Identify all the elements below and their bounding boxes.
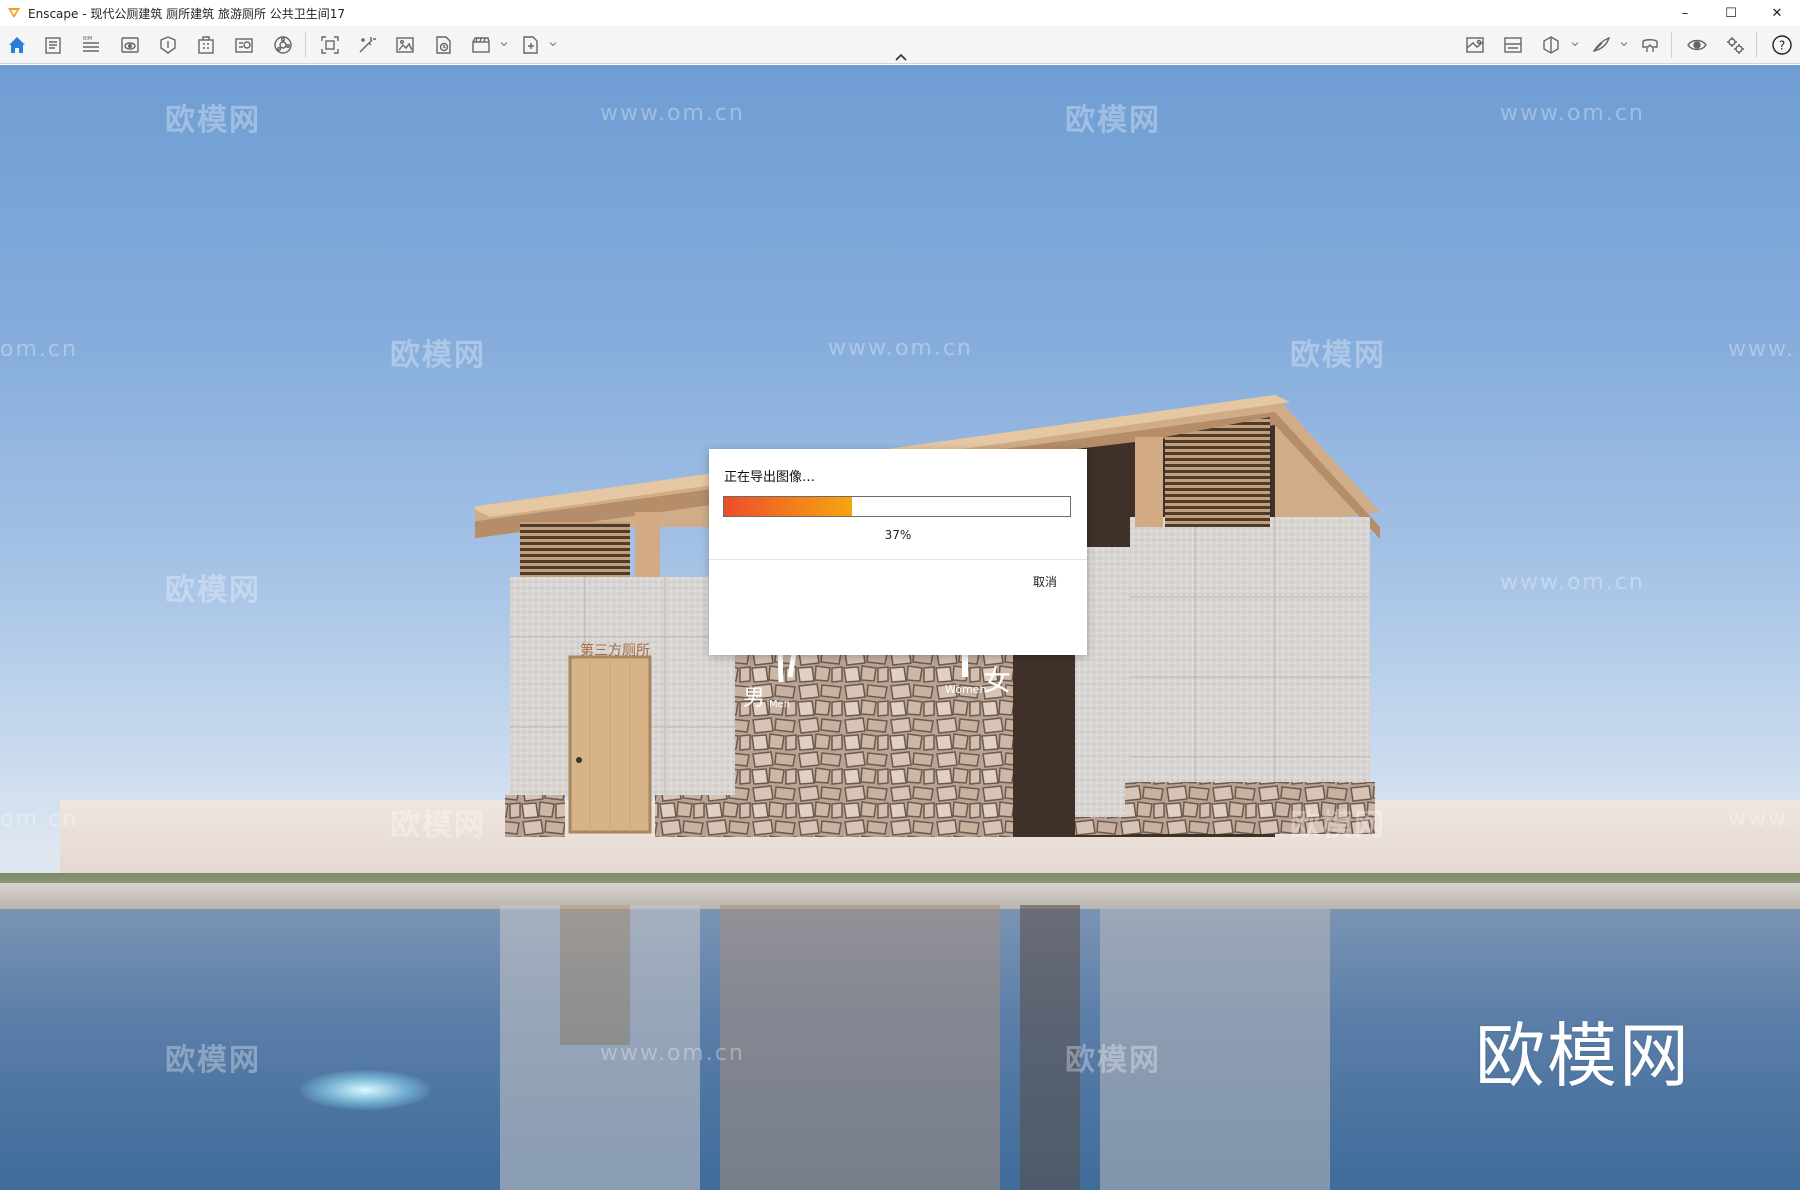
export-progress-fill xyxy=(724,497,853,516)
watermark-logo: 欧模网 xyxy=(165,103,261,138)
panorama-icon[interactable] xyxy=(432,34,454,56)
watermark-logo: 欧模网 xyxy=(165,1043,261,1078)
batch-render-icon[interactable] xyxy=(356,34,378,56)
maximize-button[interactable]: ☐ xyxy=(1708,0,1754,26)
section-dropdown-chevron-down-icon[interactable] xyxy=(1571,40,1579,48)
watermark-url: www.om.cn xyxy=(1500,101,1645,126)
atmosphere-icon[interactable] xyxy=(1502,34,1524,56)
export-icon[interactable] xyxy=(519,34,541,56)
video-dropdown-chevron-down-icon[interactable] xyxy=(500,40,508,48)
watermark-url: www.om.cn xyxy=(1500,570,1645,595)
watermark-logo: 欧模网 xyxy=(1290,338,1386,373)
export-progress-dialog: 正在导出图像… 37% 取消 xyxy=(709,449,1087,655)
brand-watermark: 欧模网 xyxy=(1475,1015,1691,1097)
section-icon[interactable] xyxy=(1540,34,1562,56)
vr-headset-icon[interactable] xyxy=(1639,34,1661,56)
bim-icon[interactable]: BIM xyxy=(80,34,102,56)
watermark-url: www.om.cn xyxy=(600,1041,745,1066)
window-controls: – ☐ ✕ xyxy=(1662,0,1800,26)
watermark-logo: 欧模网 xyxy=(1065,1043,1161,1078)
export-progress-bar xyxy=(723,496,1071,517)
watermark-url: www.om.cn xyxy=(828,336,973,361)
toolbar-separator xyxy=(1756,32,1757,58)
watermark-logo: 欧模网 xyxy=(1065,103,1161,138)
title-bar: Enscape - 现代公厕建筑 厕所建筑 旅游厕所 公共卫生间17 – ☐ ✕ xyxy=(0,0,1800,26)
watermark-logo: 欧模网 xyxy=(390,338,486,373)
watermark-logo: 欧模网 xyxy=(390,808,486,843)
asset-library-icon[interactable] xyxy=(233,34,255,56)
home-icon[interactable] xyxy=(6,34,28,56)
site-context-icon[interactable] xyxy=(195,34,217,56)
toolbar-separator xyxy=(1671,32,1672,58)
documents-icon[interactable] xyxy=(42,34,64,56)
collapse-toolbar-chevron-up-icon[interactable] xyxy=(893,52,909,62)
enscape-logo-icon xyxy=(8,8,20,18)
dialog-divider xyxy=(709,559,1087,560)
toolbar-separator xyxy=(305,32,306,58)
export-dropdown-chevron-down-icon[interactable] xyxy=(549,40,557,48)
watermark-url-partial: om.cn xyxy=(0,807,78,832)
men-sign: 男 xyxy=(743,686,765,711)
video-icon[interactable] xyxy=(470,34,492,56)
objects-icon[interactable] xyxy=(157,34,179,56)
settings-icon[interactable] xyxy=(1724,34,1746,56)
help-icon[interactable]: ? xyxy=(1771,34,1793,56)
minimap-icon[interactable] xyxy=(1464,34,1486,56)
watermark-logo: 欧模网 xyxy=(165,573,261,608)
svg-text:BIM: BIM xyxy=(83,36,92,42)
sketch-dropdown-chevron-down-icon[interactable] xyxy=(1620,40,1628,48)
window-title: Enscape - 现代公厕建筑 厕所建筑 旅游厕所 公共卫生间17 xyxy=(28,6,346,21)
material-editor-icon[interactable] xyxy=(272,34,294,56)
progress-percent-label: 37% xyxy=(884,528,912,542)
minimize-button[interactable]: – xyxy=(1662,0,1708,26)
watermark-url-cut: www. xyxy=(1728,807,1795,832)
views-icon[interactable] xyxy=(119,34,141,56)
dialog-title: 正在导出图像… xyxy=(724,470,816,485)
screenshot-icon[interactable] xyxy=(394,34,416,56)
women-sign: 女 xyxy=(983,664,1011,697)
help-label: ? xyxy=(1779,39,1785,53)
third-party-restroom-sign: 第三方厕所 xyxy=(580,642,650,659)
watermark-url: www.om.cn xyxy=(600,101,745,126)
cancel-button[interactable]: 取消 xyxy=(1033,573,1057,590)
capture-icon[interactable] xyxy=(319,34,341,56)
close-button[interactable]: ✕ xyxy=(1754,0,1800,26)
women-sign-en: Women xyxy=(945,683,986,696)
watermark-url-partial: om.cn xyxy=(0,337,78,362)
watermark-logo: 欧模网 xyxy=(1290,808,1386,843)
sketch-icon[interactable] xyxy=(1590,34,1612,56)
men-sign-en: Men xyxy=(769,699,790,710)
watermark-url-cut: www. xyxy=(1728,337,1795,362)
pool-light-glow xyxy=(300,1070,430,1110)
visibility-icon[interactable] xyxy=(1686,34,1708,56)
